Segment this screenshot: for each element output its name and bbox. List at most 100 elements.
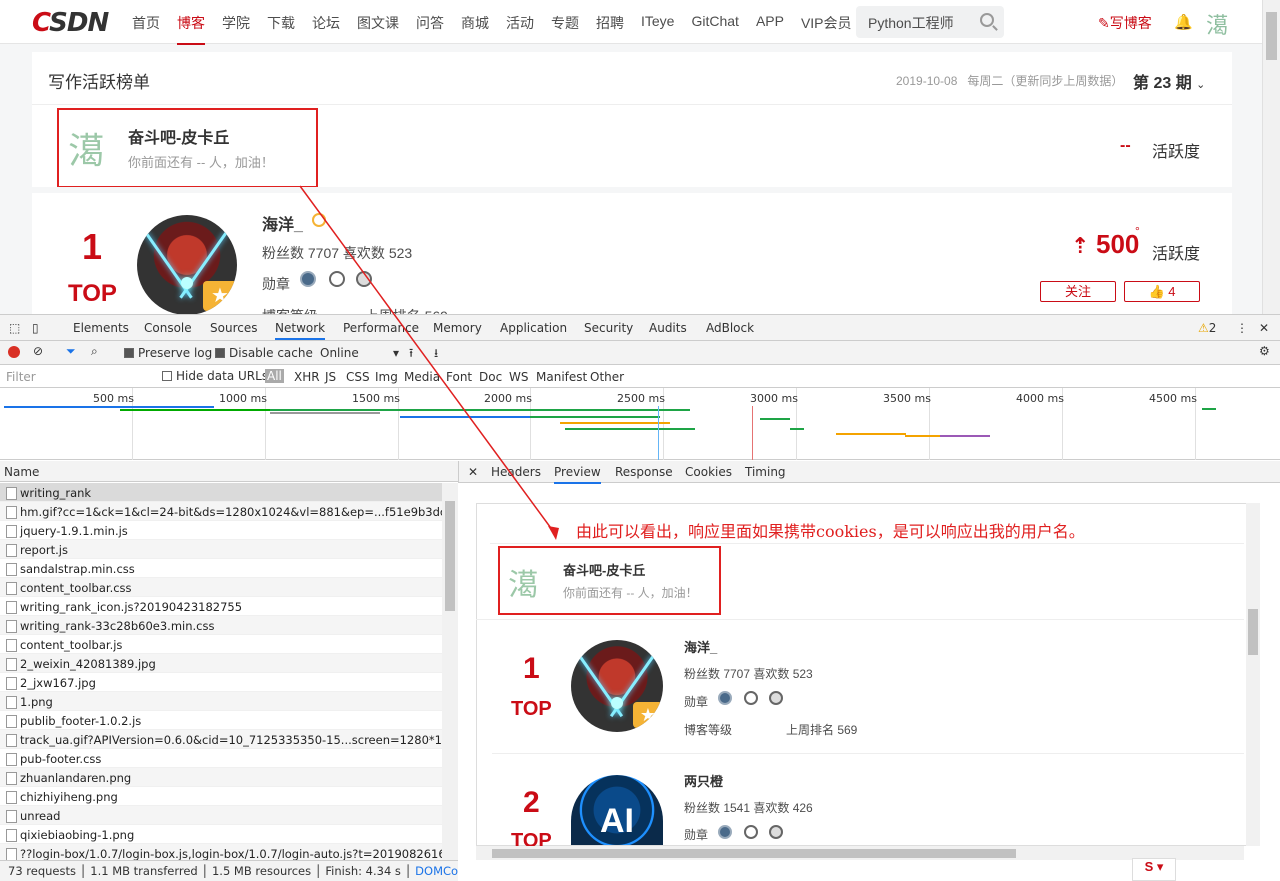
close-icon[interactable]: ✕ [468, 465, 478, 479]
request-row[interactable]: track_ua.gif?APIVersion=0.6.0&cid=10_712… [0, 730, 442, 749]
request-row[interactable]: publib_footer-1.0.2.js [0, 711, 442, 730]
nav-link-store[interactable]: 商城 [461, 13, 489, 45]
request-row[interactable]: content_toolbar.css [0, 578, 442, 597]
tab-timing[interactable]: Timing [745, 465, 786, 479]
request-row[interactable]: writing_rank_icon.js?20190423182755 [0, 597, 442, 616]
tab-application[interactable]: Application [500, 321, 567, 335]
tab-sources[interactable]: Sources [210, 321, 257, 335]
type-filter-img[interactable]: Img [375, 370, 398, 384]
type-filter-font[interactable]: Font [446, 370, 472, 384]
request-row[interactable]: content_toolbar.js [0, 635, 442, 654]
bell-icon[interactable]: 🔔 [1174, 13, 1193, 31]
warning-icon[interactable]: ⚠2 [1198, 321, 1216, 335]
follow-button[interactable]: 关注 [1040, 281, 1116, 302]
type-filter-other[interactable]: Other [590, 370, 624, 384]
tab-response[interactable]: Response [615, 465, 673, 479]
network-overview[interactable]: 500 ms 1000 ms 1500 ms 2000 ms 2500 ms 3… [0, 388, 1280, 460]
type-filter-js[interactable]: JS [325, 370, 336, 384]
tab-headers[interactable]: Headers [491, 465, 541, 479]
nav-link-gitchat[interactable]: GitChat [691, 13, 738, 45]
nav-link-course[interactable]: 图文课 [357, 13, 399, 45]
upload-icon[interactable]: ⭱ [409, 344, 413, 365]
tab-cookies[interactable]: Cookies [685, 465, 732, 479]
download-icon[interactable]: ⭳ [434, 344, 438, 365]
type-filter-all[interactable]: All [265, 369, 284, 383]
request-row[interactable]: report.js [0, 540, 442, 559]
gear-icon[interactable]: ⚙ [1259, 344, 1270, 358]
tab-preview[interactable]: Preview [554, 465, 601, 484]
nav-link-forum[interactable]: 论坛 [312, 13, 340, 45]
preview-horizontal-scrollbar[interactable] [476, 846, 1244, 860]
tab-network[interactable]: Network [275, 321, 326, 340]
csdn-logo[interactable]: CSDN [32, 8, 109, 38]
close-icon[interactable]: ✕ [1259, 321, 1269, 335]
preserve-log-checkbox[interactable]: Preserve log [124, 346, 212, 360]
search-icon[interactable]: ⌕ [91, 344, 98, 359]
request-row[interactable]: zhuanlandaren.png [0, 768, 442, 787]
page-scrollbar[interactable] [1262, 0, 1280, 314]
scrollbar-thumb[interactable] [1266, 12, 1277, 60]
request-row[interactable]: sandalstrap.min.css [0, 559, 442, 578]
tab-console[interactable]: Console [144, 321, 192, 335]
ironman-avatar[interactable]: ★ [137, 215, 237, 315]
tab-audits[interactable]: Audits [649, 321, 687, 335]
request-row[interactable]: 2_weixin_42081389.jpg [0, 654, 442, 673]
nav-link-download[interactable]: 下载 [267, 13, 295, 45]
scrollbar-thumb[interactable] [445, 501, 455, 611]
nav-link-events[interactable]: 活动 [506, 13, 534, 45]
like-button[interactable]: 👍 4 [1124, 281, 1200, 302]
tab-memory[interactable]: Memory [433, 321, 482, 335]
scrollbar-thumb[interactable] [1248, 609, 1258, 655]
throttle-select[interactable]: Online ▾ [320, 346, 399, 360]
user-avatar[interactable]: 㵧 [1206, 8, 1230, 39]
csdn-float-icon[interactable]: S ▾ [1132, 858, 1176, 881]
nav-link-academy[interactable]: 学院 [222, 13, 250, 45]
name-column-header[interactable]: Name [0, 461, 458, 482]
nav-link-home[interactable]: 首页 [132, 13, 160, 45]
request-row[interactable]: writing_rank [0, 483, 442, 502]
issue-selector[interactable]: 第 23 期 ⌄ [1133, 69, 1205, 93]
tab-security[interactable]: Security [584, 321, 633, 335]
device-toggle-icon[interactable]: ▯ [32, 321, 39, 335]
nav-link-jobs[interactable]: 招聘 [596, 13, 624, 45]
request-row[interactable]: hm.gif?cc=1&ck=1&cl=24-bit&ds=1280x1024&… [0, 502, 442, 521]
clear-icon[interactable]: ⊘ [33, 344, 43, 358]
request-row[interactable]: pub-footer.css [0, 749, 442, 768]
tab-elements[interactable]: Elements [73, 321, 129, 335]
filter-input[interactable]: Filter [6, 370, 36, 384]
request-list-scrollbar[interactable] [442, 483, 458, 860]
request-row[interactable]: ??login-box/1.0.7/login-box.js,login-box… [0, 844, 442, 860]
type-filter-xhr[interactable]: XHR [294, 370, 320, 384]
type-filter-ws[interactable]: WS [509, 370, 528, 384]
disable-cache-checkbox[interactable]: Disable cache [215, 346, 313, 360]
nav-link-app[interactable]: APP [756, 13, 784, 45]
nav-link-topics[interactable]: 专题 [551, 13, 579, 45]
preview-vertical-scrollbar[interactable] [1246, 503, 1260, 846]
scrollbar-thumb[interactable] [492, 849, 1016, 858]
type-filter-media[interactable]: Media [404, 370, 440, 384]
filter-icon[interactable]: ⏷ [66, 344, 76, 359]
request-row[interactable]: unread [0, 806, 442, 825]
request-row[interactable]: 1.png [0, 692, 442, 711]
nav-link-blog[interactable]: 博客 [177, 13, 205, 45]
hide-data-urls-checkbox[interactable]: Hide data URLs [162, 369, 268, 383]
nav-link-vip[interactable]: VIP会员 [801, 13, 852, 45]
type-filter-css[interactable]: CSS [346, 370, 370, 384]
nav-link-iteye[interactable]: ITeye [641, 13, 674, 45]
tab-adblock[interactable]: AdBlock [706, 321, 754, 335]
request-row[interactable]: writing_rank-33c28b60e3.min.css [0, 616, 442, 635]
write-blog-button[interactable]: ✎写博客 [1098, 13, 1152, 33]
inspect-icon[interactable]: ⬚ [9, 321, 20, 335]
request-row[interactable]: 2_jxw167.jpg [0, 673, 442, 692]
user-name[interactable]: 海洋_ [262, 211, 303, 235]
request-row[interactable]: chizhiyiheng.png [0, 787, 442, 806]
type-filter-doc[interactable]: Doc [479, 370, 502, 384]
request-row[interactable]: qixiebiaobing-1.png [0, 825, 442, 844]
search-icon[interactable] [980, 13, 994, 27]
more-menu-icon[interactable]: ⋮ [1236, 321, 1248, 335]
record-icon[interactable] [8, 346, 20, 358]
tab-performance[interactable]: Performance [343, 321, 419, 335]
request-row[interactable]: jquery-1.9.1.min.js [0, 521, 442, 540]
type-filter-manifest[interactable]: Manifest [536, 370, 587, 384]
nav-link-qa[interactable]: 问答 [416, 13, 444, 45]
